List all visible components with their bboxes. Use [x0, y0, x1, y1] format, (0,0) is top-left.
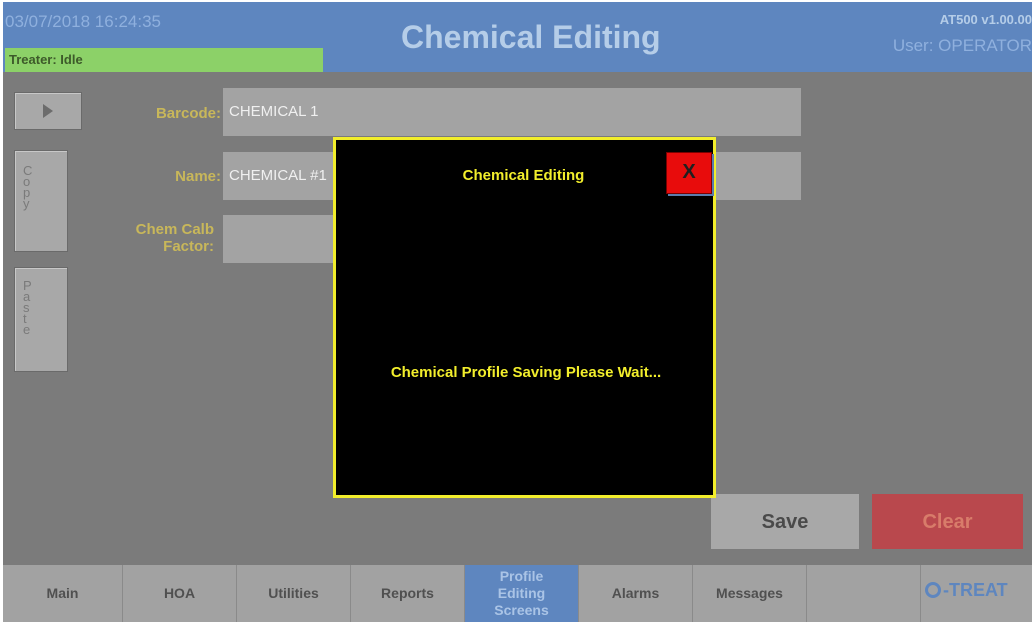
dialog-close-button[interactable]: X — [666, 152, 712, 194]
nav-hoa[interactable]: HOA — [123, 565, 237, 622]
nav-utilities[interactable]: Utilities — [237, 565, 351, 622]
copy-button-label: Copy — [23, 163, 33, 211]
nav-main-label: Main — [46, 585, 79, 601]
barcode-value: CHEMICAL 1 — [229, 103, 319, 120]
logo-circle-icon — [925, 582, 941, 598]
dialog-message: Chemical Profile Saving Please Wait... — [390, 364, 662, 381]
nav-hoa-label: HOA — [163, 585, 196, 601]
clear-button-label: Clear — [922, 511, 973, 533]
paste-button-label: Paste — [23, 278, 32, 337]
nav-main[interactable]: Main — [3, 565, 123, 622]
copy-button[interactable]: Copy — [14, 150, 68, 252]
name-value: CHEMICAL #1 — [229, 167, 327, 184]
treat-logo: -TREAT — [925, 580, 1008, 601]
barcode-field[interactable]: CHEMICAL 1 — [223, 88, 801, 136]
logo-text: -TREAT — [943, 580, 1008, 600]
chem-calib-factor-label: Chem Calb Factor: — [103, 221, 214, 255]
close-icon: X — [682, 161, 696, 183]
hmi-screen: 03/07/2018 16:24:35 Treater: Idle Chemic… — [3, 2, 1032, 622]
nav-blank[interactable] — [807, 565, 921, 622]
chem-calib-factor-field[interactable] — [223, 215, 333, 263]
nav-alarms[interactable]: Alarms — [579, 565, 693, 622]
chem-calib-label-line2: Factor: — [163, 238, 214, 255]
save-button-label: Save — [761, 511, 809, 533]
bottom-nav: Main HOA Utilities Reports Profile Editi… — [3, 565, 1032, 622]
nav-messages[interactable]: Messages — [693, 565, 807, 622]
nav-profile-editing-screens-label: Profile Editing Screens — [465, 568, 578, 619]
play-icon — [43, 104, 53, 118]
nav-alarms-label: Alarms — [611, 585, 660, 601]
page-title: Chemical Editing — [401, 19, 661, 55]
clear-button[interactable]: Clear — [872, 494, 1023, 549]
nav-profile-line1: Profile — [499, 568, 544, 584]
dialog-title: Chemical Editing — [462, 167, 585, 184]
datetime-display: 03/07/2018 16:24:35 — [5, 12, 161, 31]
play-button[interactable] — [14, 92, 82, 130]
chem-calib-label-line1: Chem Calb — [135, 221, 214, 238]
version-label: AT500 v1.00.00 — [939, 12, 1032, 27]
save-button[interactable]: Save — [711, 494, 859, 549]
nav-messages-label: Messages — [716, 585, 783, 601]
paste-button[interactable]: Paste — [14, 267, 68, 372]
nav-profile-line3: Screens — [494, 602, 549, 618]
nav-reports[interactable]: Reports — [351, 565, 465, 622]
barcode-label: Barcode: — [155, 105, 221, 122]
treater-status-text: Treater: Idle — [9, 52, 83, 67]
name-label: Name: — [175, 168, 221, 185]
nav-profile-line2: Editing — [497, 585, 546, 601]
nav-utilities-label: Utilities — [268, 585, 319, 601]
treater-status-bar: Treater: Idle — [5, 48, 323, 72]
nav-reports-label: Reports — [381, 585, 434, 601]
user-label: User: OPERATOR — [892, 36, 1032, 55]
header-bar: 03/07/2018 16:24:35 Treater: Idle Chemic… — [3, 2, 1032, 72]
saving-dialog: Chemical Editing X Chemical Profile Savi… — [333, 137, 716, 498]
nav-profile-editing-screens[interactable]: Profile Editing Screens — [465, 565, 579, 622]
